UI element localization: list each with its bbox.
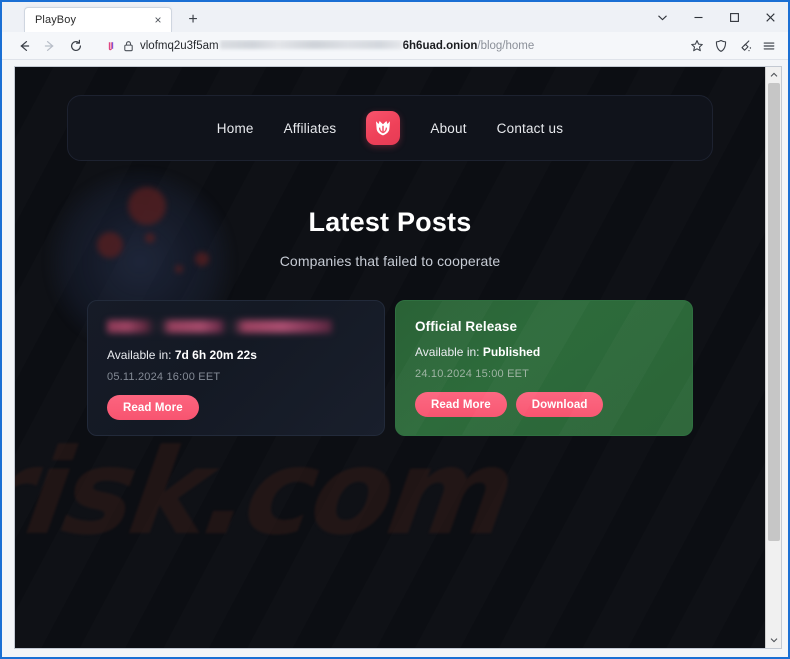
maximize-window-icon[interactable] <box>716 2 752 32</box>
browser-window: PlayBoy × + vlofmq2u3f5am 6h6uad.onion /… <box>0 0 790 659</box>
site-navbar: Home Affiliates About Contact us <box>67 95 713 161</box>
nav-link-home[interactable]: Home <box>217 121 254 136</box>
scroll-up-arrow-icon[interactable] <box>765 67 781 83</box>
availability-value: Published <box>482 345 541 359</box>
close-window-icon[interactable] <box>752 2 788 32</box>
new-tab-button[interactable]: + <box>180 7 206 32</box>
post-date: 24.10.2024 15:00 EET <box>415 368 530 380</box>
close-tab-icon[interactable]: × <box>151 13 165 27</box>
page-title: Latest Posts <box>308 207 472 237</box>
post-title: Official Release <box>415 319 518 334</box>
hero-section: Latest Posts Companies that failed to co… <box>15 207 765 269</box>
playboy-shield-logo[interactable] <box>366 111 401 145</box>
watermark-text: risk.com <box>15 423 521 561</box>
post-card[interactable]: Available in: 7d 6h 20m 22s 05.11.2024 1… <box>87 300 385 436</box>
tab-title: PlayBoy <box>35 14 77 26</box>
navigation-toolbar: vlofmq2u3f5am 6h6uad.onion/blog/home <box>2 32 788 60</box>
reload-button[interactable] <box>64 35 88 57</box>
browser-tab[interactable]: PlayBoy × <box>24 7 172 32</box>
url-text: vlofmq2u3f5am 6h6uad.onion/blog/home <box>140 39 535 52</box>
url-prefix: vlofmq2u3f5am <box>140 39 219 52</box>
scroll-down-arrow-icon[interactable] <box>765 632 781 648</box>
shield-icon[interactable] <box>710 35 732 57</box>
availability-label: Available in: <box>415 345 480 359</box>
read-more-button[interactable]: Read More <box>415 392 507 417</box>
post-availability: Available in: 7d 6h 20m 22s <box>107 348 384 362</box>
page-scrollbar[interactable] <box>765 67 781 648</box>
nav-link-contact-us[interactable]: Contact us <box>497 121 564 136</box>
lock-icon[interactable] <box>122 39 134 53</box>
availability-value: 7d 6h 20m 22s <box>174 348 257 362</box>
url-redacted-segment <box>219 39 402 49</box>
post-title-redacted <box>107 320 332 333</box>
hamburger-menu-icon[interactable] <box>758 35 780 57</box>
post-actions: Read More Download <box>415 392 692 417</box>
tor-circuit-icon[interactable] <box>102 39 116 53</box>
window-controls <box>644 2 788 32</box>
shield-crown-glyph <box>376 121 391 136</box>
toolbar-icons <box>686 35 780 57</box>
page-viewport: risk.com Home Affiliates About Contact u… <box>14 66 782 649</box>
tab-list-chevron-down-icon[interactable] <box>644 2 680 32</box>
nav-link-about[interactable]: About <box>430 121 466 136</box>
post-actions: Read More <box>107 395 384 420</box>
read-more-button[interactable]: Read More <box>107 395 199 420</box>
minimize-window-icon[interactable] <box>680 2 716 32</box>
download-button[interactable]: Download <box>515 392 604 417</box>
scrollbar-thumb[interactable] <box>767 83 780 541</box>
post-card[interactable]: Official Release Available in: Published… <box>395 300 693 436</box>
post-date: 05.11.2024 16:00 EET <box>107 371 221 383</box>
url-host: 6h6uad.onion <box>402 39 478 52</box>
url-bar[interactable]: vlofmq2u3f5am 6h6uad.onion/blog/home <box>96 35 678 57</box>
nav-link-affiliates[interactable]: Affiliates <box>284 121 337 136</box>
web-page: risk.com Home Affiliates About Contact u… <box>15 67 765 648</box>
scrollbar-track[interactable] <box>765 83 781 632</box>
availability-label: Available in: <box>107 348 172 362</box>
forward-button[interactable] <box>38 35 62 57</box>
new-identity-broom-icon[interactable] <box>734 35 756 57</box>
url-path: /blog/home <box>477 39 535 52</box>
post-availability: Available in: Published <box>415 345 692 359</box>
tab-strip: PlayBoy × + <box>2 2 788 32</box>
bookmark-star-icon[interactable] <box>686 35 708 57</box>
page-subtitle: Companies that failed to cooperate <box>279 253 501 269</box>
back-button[interactable] <box>12 35 36 57</box>
post-card-list: Available in: 7d 6h 20m 22s 05.11.2024 1… <box>87 300 693 436</box>
